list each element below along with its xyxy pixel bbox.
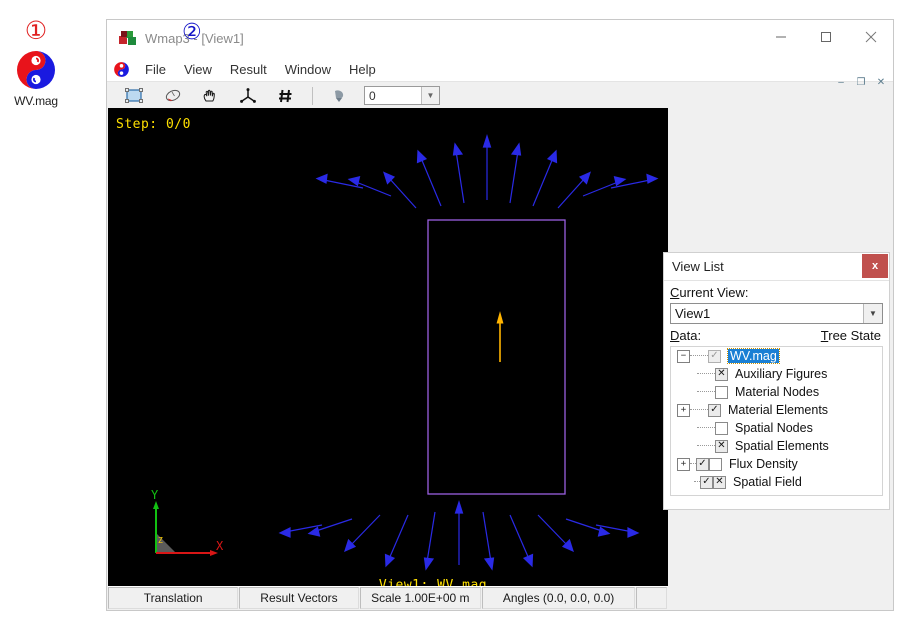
maximize-icon[interactable] [803, 20, 848, 54]
expand-icon[interactable]: + [677, 457, 690, 471]
tree-item-label: Flux Density [729, 457, 798, 471]
magnetization-arrow [496, 311, 504, 362]
wmap3-menu-icon [113, 61, 130, 78]
tree-checkbox[interactable]: ✕ [715, 439, 728, 453]
tree-checkbox[interactable] [715, 421, 728, 435]
tree-item-label: Spatial Nodes [735, 421, 813, 435]
desktop-icon-wv-mag[interactable]: ① WV.mag [2, 16, 70, 109]
3d-viewport[interactable]: Step: 0/0 Y X Z [108, 108, 668, 605]
toolbar: 0 ▼ [107, 81, 893, 109]
menu-bar: File View Result Window Help [107, 57, 893, 81]
menu-view[interactable]: View [175, 61, 221, 78]
current-view-value: View1 [675, 306, 711, 321]
tree-item-label: Auxiliary Figures [735, 367, 828, 381]
tree-connector [697, 391, 715, 393]
tree-checkbox[interactable]: ✓ [700, 475, 713, 489]
field-vectors-top [315, 134, 659, 209]
svg-text:Z: Z [158, 536, 163, 545]
field-vectors-bottom [278, 500, 640, 571]
view-list-titlebar: View List x [664, 253, 889, 281]
tree-checkbox[interactable]: ✕ [715, 367, 728, 381]
svg-text:X: X [216, 539, 224, 553]
screen-root: ① WV.mag Wmap3 - [View1] File View Resul… [0, 0, 900, 623]
window-controls [758, 20, 893, 54]
tree-connector [697, 373, 715, 375]
mdi-close-icon[interactable]: ✕ [871, 74, 891, 90]
tree-checkbox[interactable]: ✓ [708, 349, 721, 363]
view-list-panel: View List x Current View: View1 ▼ Data: … [663, 252, 890, 510]
mouse-icon[interactable] [153, 84, 191, 108]
tree-row[interactable]: ✓ ✕ Spatial Field [671, 473, 882, 491]
tree-connector [697, 427, 715, 429]
expand-icon[interactable]: + [677, 403, 690, 417]
pan-hand-icon[interactable] [191, 84, 229, 108]
chevron-down-icon[interactable]: ▼ [421, 87, 439, 104]
current-view-label-accel: C [670, 285, 680, 300]
tree-item-label: Material Nodes [735, 385, 820, 399]
menu-window[interactable]: Window [276, 61, 340, 78]
tree-connector [690, 355, 708, 357]
tree-checkbox-secondary[interactable] [709, 457, 722, 471]
view-list-close-button[interactable]: x [862, 254, 888, 278]
close-icon[interactable] [848, 20, 893, 54]
step-combo-value: 0 [369, 88, 376, 103]
tree-row[interactable]: + ✓ Flux Density [671, 455, 882, 473]
tree-connector [697, 445, 715, 447]
wv-mag-file-icon [14, 48, 58, 92]
current-view-combo[interactable]: View1 ▼ [670, 303, 883, 324]
svg-text:Y: Y [151, 488, 159, 502]
axis-triad: Y X Z [151, 488, 224, 556]
axis-tripod-icon[interactable] [229, 84, 267, 108]
annotation-marker-2: ② [182, 20, 202, 45]
data-row-header: Data: Tree State [664, 324, 889, 346]
window-titlebar[interactable]: Wmap3 - [View1] [107, 20, 893, 57]
annotation-marker-1: ① [24, 16, 48, 45]
mdi-restore-icon[interactable]: ❐ [851, 74, 871, 90]
tree-item-label: Spatial Field [733, 475, 802, 489]
status-empty[interactable] [636, 587, 668, 609]
field-plot: Y X Z [151, 134, 659, 571]
magnet-outline [427, 219, 566, 495]
tree-row[interactable]: ✕ Spatial Elements [671, 437, 882, 455]
magnet-result-icon[interactable] [320, 84, 358, 108]
tree-state-label[interactable]: Tree State [821, 328, 881, 343]
toolbar-separator [312, 86, 313, 105]
status-result-vectors[interactable]: Result Vectors [239, 587, 359, 609]
current-view-label-rest: urrent View: [679, 285, 749, 300]
status-bar: Translation Result Vectors Scale 1.00E+0… [108, 586, 668, 609]
step-combo[interactable]: 0 ▼ [364, 86, 440, 105]
mdi-child-controls: – ❐ ✕ [831, 74, 891, 90]
status-scale[interactable]: Scale 1.00E+00 m [359, 587, 481, 609]
status-angles[interactable]: Angles (0.0, 0.0, 0.0) [482, 587, 636, 609]
chevron-down-icon[interactable]: ▼ [863, 304, 882, 323]
tree-checkbox[interactable]: ✓ [708, 403, 721, 417]
menu-result[interactable]: Result [221, 61, 276, 78]
tree-row[interactable]: − ✓ WV.mag [671, 347, 882, 365]
menu-file[interactable]: File [136, 61, 175, 78]
data-label: Data: [670, 328, 702, 343]
tree-checkbox[interactable] [715, 385, 728, 399]
tree-row[interactable]: Spatial Nodes [671, 419, 882, 437]
select-rectangle-icon[interactable] [115, 84, 153, 108]
collapse-icon[interactable]: − [677, 349, 690, 363]
tree-checkbox[interactable]: ✓ [696, 457, 709, 471]
view-list-title: View List [672, 259, 724, 274]
tree-row[interactable]: ✕ Auxiliary Figures [671, 365, 882, 383]
mdi-minimize-icon[interactable]: – [831, 74, 851, 90]
grid-hash-icon[interactable] [267, 84, 305, 108]
data-tree[interactable]: − ✓ WV.mag ✕ Auxiliary Figures Material … [670, 346, 883, 496]
wmap3-app-icon [119, 30, 137, 46]
minimize-icon[interactable] [758, 20, 803, 54]
tree-row[interactable]: + ✓ Material Elements [671, 401, 882, 419]
tree-item-label: Material Elements [728, 403, 829, 417]
tree-checkbox-secondary[interactable]: ✕ [713, 475, 726, 489]
current-view-label: Current View: [664, 281, 889, 303]
tree-item-label: WV.mag [727, 348, 780, 364]
tree-connector [690, 409, 708, 411]
tree-row[interactable]: Material Nodes [671, 383, 882, 401]
tree-item-label: Spatial Elements [735, 439, 829, 453]
desktop-icon-label: WV.mag [14, 94, 58, 108]
menu-help[interactable]: Help [340, 61, 385, 78]
status-translation[interactable]: Translation [108, 587, 239, 609]
